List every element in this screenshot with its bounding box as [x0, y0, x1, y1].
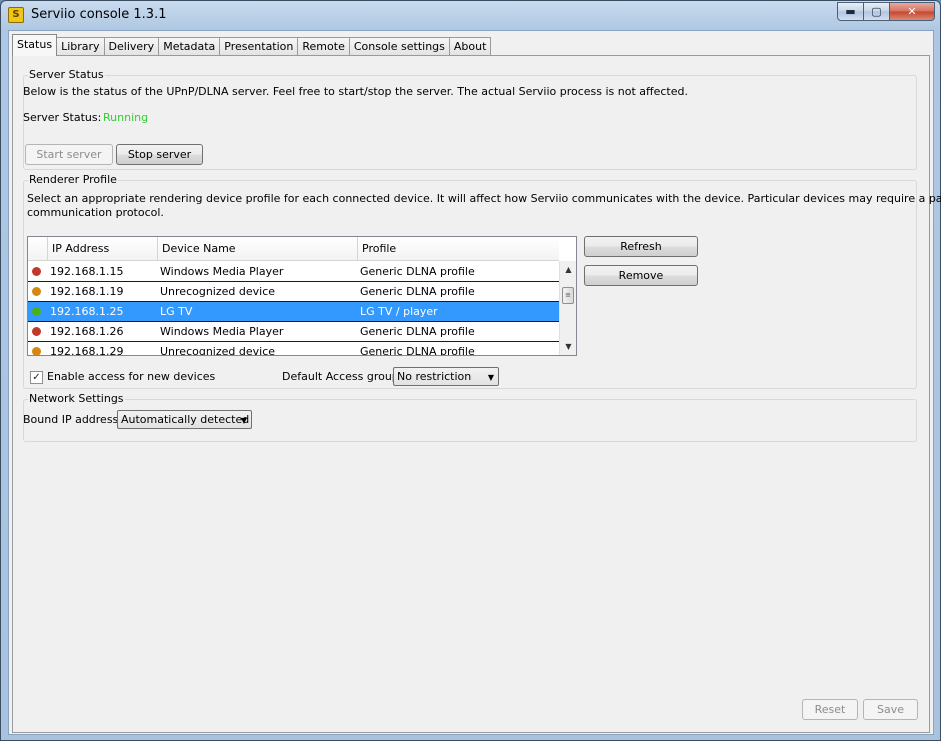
status-column-header[interactable]: [28, 237, 48, 261]
maximize-button[interactable]: ▢: [863, 2, 890, 21]
ip-address-cell: 192.168.1.15: [50, 265, 124, 278]
device-table-row[interactable]: 192.168.1.26 Windows Media Player Generic …: [28, 322, 559, 342]
renderer-description-line2: communication protocol.: [27, 206, 164, 219]
tab-remote[interactable]: Remote: [297, 37, 350, 56]
device-table-row[interactable]: 192.168.1.15 Windows Media Player Generic …: [28, 262, 559, 282]
serviio-app-icon: S: [8, 7, 24, 23]
scroll-thumb[interactable]: ≡: [562, 287, 574, 304]
status-tab-panel: Server Status Below is the status of the…: [12, 55, 941, 733]
bound-ip-label: Bound IP address:: [23, 413, 122, 426]
tab-strip: Status Library Delivery Metadata Present…: [12, 34, 492, 56]
status-cell: [28, 302, 48, 321]
profile-cell[interactable]: Generic DLNA profile: [358, 282, 558, 301]
ip-address-cell: 192.168.1.26: [50, 325, 124, 338]
tab-status[interactable]: Status: [12, 34, 58, 56]
ip-address-column-header[interactable]: IP Address: [48, 237, 158, 261]
default-access-group-value: No restriction: [397, 370, 472, 383]
chevron-down-icon: ▼: [240, 416, 247, 425]
device-table: IP Address Device Name Profile 192.168.1…: [27, 236, 577, 356]
start-server-button[interactable]: Start server: [25, 144, 113, 165]
server-status-value: Running: [103, 111, 149, 124]
tab-about[interactable]: About: [448, 37, 492, 56]
device-name-cell: Windows Media Player: [160, 265, 284, 278]
scroll-up-icon[interactable]: ▲: [560, 261, 576, 278]
ip-address-cell: 192.168.1.29: [50, 345, 124, 356]
bound-ip-value: Automatically detected: [121, 413, 250, 426]
ip-address-cell: 192.168.1.19: [50, 285, 124, 298]
tab-console-settings[interactable]: Console settings: [348, 37, 450, 56]
default-access-group-label: Default Access group:: [282, 370, 403, 383]
device-table-body: 192.168.1.15 Windows Media Player Generic …: [28, 262, 559, 356]
enable-access-checkbox[interactable]: ✓: [30, 371, 43, 384]
window-title: Serviio console 1.3.1: [31, 7, 167, 22]
save-button[interactable]: Save: [863, 699, 918, 720]
device-name-column-header[interactable]: Device Name: [158, 237, 358, 261]
close-button[interactable]: ✕: [889, 2, 935, 21]
profile-cell[interactable]: Generic DLNA profile: [358, 262, 558, 281]
scroll-down-icon[interactable]: ▼: [560, 338, 576, 355]
renderer-description-line1: Select an appropriate rendering device p…: [27, 192, 941, 205]
status-dot-icon: [32, 307, 41, 316]
refresh-button[interactable]: Refresh: [584, 236, 698, 257]
device-table-row[interactable]: 192.168.1.19 Unrecognized device Generic D…: [28, 282, 559, 302]
status-dot-icon: [32, 347, 41, 355]
renderer-profile-group: Renderer Profile Select an appropriate r…: [23, 173, 941, 389]
device-table-row[interactable]: 192.168.1.25 LG TV LG TV / player: [28, 302, 559, 322]
tab-presentation[interactable]: Presentation: [219, 37, 299, 56]
network-settings-title: Network Settings: [28, 392, 125, 405]
server-status-description: Below is the status of the UPnP/DLNA ser…: [23, 85, 688, 98]
profile-cell[interactable]: LG TV / player: [358, 302, 558, 321]
tab-library[interactable]: Library: [56, 37, 105, 56]
status-dot-icon: [32, 327, 41, 336]
device-name-cell: Unrecognized device: [160, 285, 276, 298]
device-name-cell: LG TV: [160, 305, 193, 318]
server-status-title: Server Status: [28, 68, 105, 81]
device-table-header: IP Address Device Name Profile: [28, 237, 559, 261]
status-dot-icon: [32, 267, 41, 276]
device-name-cell: Unrecognized device: [160, 345, 276, 356]
status-cell: [28, 342, 48, 355]
stop-server-button[interactable]: Stop server: [116, 144, 203, 165]
device-table-scrollbar[interactable]: ▲ ≡ ▼: [559, 261, 576, 355]
device-name-cell: Windows Media Player: [160, 325, 284, 338]
status-cell: [28, 262, 48, 281]
client-area: Status Library Delivery Metadata Present…: [8, 30, 941, 735]
enable-access-label: Enable access for new devices: [47, 370, 216, 383]
profile-cell[interactable]: Generic DLNA profile: [358, 342, 558, 355]
device-table-row[interactable]: 192.168.1.29 Unrecognized device Generic D…: [28, 342, 559, 356]
status-dot-icon: [32, 287, 41, 296]
window-controls: ▬ ▢ ✕: [837, 2, 935, 21]
status-cell: [28, 322, 48, 341]
tab-delivery[interactable]: Delivery: [103, 37, 160, 56]
bound-ip-select[interactable]: Automatically detected ▼: [117, 410, 252, 429]
renderer-profile-title: Renderer Profile: [28, 173, 118, 186]
status-cell: [28, 282, 48, 301]
ip-address-cell: 192.168.1.25: [50, 305, 124, 318]
profile-cell[interactable]: Generic DLNA profile: [358, 322, 558, 341]
profile-column-header[interactable]: Profile: [358, 237, 558, 261]
reset-button[interactable]: Reset: [802, 699, 858, 720]
server-status-label: Server Status:: [23, 111, 102, 124]
minimize-button[interactable]: ▬: [837, 2, 864, 21]
remove-button[interactable]: Remove: [584, 265, 698, 286]
default-access-group-select[interactable]: No restriction ▼: [393, 367, 499, 386]
tab-metadata[interactable]: Metadata: [158, 37, 221, 56]
title-bar[interactable]: S Serviio console 1.3.1 ▬ ▢ ✕: [1, 1, 940, 29]
app-window: S Serviio console 1.3.1 ▬ ▢ ✕ Status Lib…: [0, 0, 941, 741]
chevron-down-icon: ▼: [487, 373, 494, 382]
